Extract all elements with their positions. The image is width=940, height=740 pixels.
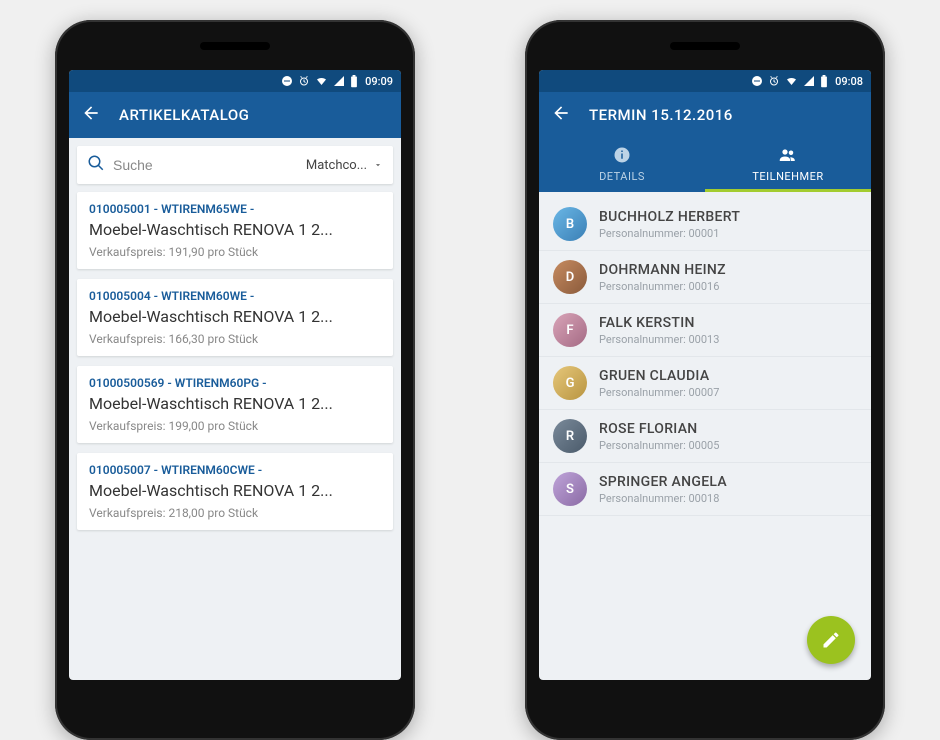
participant-number: Personalnummer: 00007 [599,386,719,399]
article-title: Moebel-Waschtisch RENOVA 1 2... [89,481,381,500]
participant-name: SPRINGER ANGELA [599,474,727,490]
tab-label: TEILNEHMER [752,170,823,183]
dnd-icon [751,75,763,87]
chevron-down-icon [373,160,383,170]
participant-name: GRUEN CLAUDIA [599,368,719,384]
status-time: 09:09 [365,75,393,88]
participant-row[interactable]: B BUCHHOLZ HERBERT Personalnummer: 00001 [539,198,871,251]
article-card[interactable]: 010005004 - WTIRENM60WE - Moebel-Waschti… [77,279,393,356]
article-price: Verkaufspreis: 166,30 pro Stück [89,332,381,346]
avatar: S [553,472,587,506]
participant-number: Personalnummer: 00018 [599,492,727,505]
article-title: Moebel-Waschtisch RENOVA 1 2... [89,394,381,413]
phone-left: 09:09 ARTIKELKATALOG Matchco... 01000500… [55,20,415,740]
alarm-icon [768,75,780,87]
avatar: G [553,366,587,400]
battery-icon [350,75,358,88]
article-price: Verkaufspreis: 218,00 pro Stück [89,506,381,520]
tab-label: DETAILS [599,170,645,183]
participant-row[interactable]: D DOHRMANN HEINZ Personalnummer: 00016 [539,251,871,304]
phone-right: 09:08 TERMIN 15.12.2016 DETAILS TEILNEHM… [525,20,885,740]
participant-row[interactable]: F FALK KERSTIN Personalnummer: 00013 [539,304,871,357]
participant-number: Personalnummer: 00001 [599,227,740,240]
app-bar: TERMIN 15.12.2016 [539,92,871,138]
participant-list: B BUCHHOLZ HERBERT Personalnummer: 00001… [539,192,871,522]
participant-number: Personalnummer: 00016 [599,280,726,293]
search-filter-label: Matchco... [306,158,367,173]
participant-name: ROSE FLORIAN [599,421,719,437]
participant-number: Personalnummer: 00013 [599,333,719,346]
avatar: R [553,419,587,453]
status-bar: 09:09 [69,70,401,92]
search-icon [87,154,105,176]
alarm-icon [298,75,310,87]
page-title: TERMIN 15.12.2016 [589,106,733,124]
article-card[interactable]: 010005001 - WTIRENM65WE - Moebel-Waschti… [77,192,393,269]
participant-name: FALK KERSTIN [599,315,719,331]
status-bar: 09:08 [539,70,871,92]
signal-icon [333,75,345,87]
participant-name: BUCHHOLZ HERBERT [599,209,740,225]
article-card[interactable]: 010005007 - WTIRENM60CWE - Moebel-Wascht… [77,453,393,530]
dnd-icon [281,75,293,87]
people-icon [778,146,798,167]
participant-number: Personalnummer: 00005 [599,439,719,452]
signal-icon [803,75,815,87]
avatar: F [553,313,587,347]
article-list: 010005001 - WTIRENM65WE - Moebel-Waschti… [69,192,401,530]
page-title: ARTIKELKATALOG [119,106,249,124]
participant-name: DOHRMANN HEINZ [599,262,726,278]
back-button[interactable] [81,103,101,127]
participant-row[interactable]: R ROSE FLORIAN Personalnummer: 00005 [539,410,871,463]
participant-row[interactable]: S SPRINGER ANGELA Personalnummer: 00018 [539,463,871,516]
fab-edit-button[interactable] [807,616,855,664]
wifi-icon [785,75,798,87]
avatar: D [553,260,587,294]
search-filter-dropdown[interactable]: Matchco... [306,158,383,173]
status-time: 09:08 [835,75,863,88]
wifi-icon [315,75,328,87]
info-icon [613,146,631,167]
participant-row[interactable]: G GRUEN CLAUDIA Personalnummer: 00007 [539,357,871,410]
article-price: Verkaufspreis: 199,00 pro Stück [89,419,381,433]
screen-left: 09:09 ARTIKELKATALOG Matchco... 01000500… [69,70,401,680]
back-button[interactable] [551,103,571,127]
battery-icon [820,75,828,88]
article-code: 01000500569 - WTIRENM60PG - [89,376,381,390]
tab-bar: DETAILS TEILNEHMER [539,138,871,192]
tab-participants[interactable]: TEILNEHMER [705,138,871,189]
article-code: 010005001 - WTIRENM65WE - [89,202,381,216]
avatar: B [553,207,587,241]
app-bar: ARTIKELKATALOG [69,92,401,138]
article-card[interactable]: 01000500569 - WTIRENM60PG - Moebel-Wasch… [77,366,393,443]
search-input[interactable] [113,157,298,173]
screen-right: 09:08 TERMIN 15.12.2016 DETAILS TEILNEHM… [539,70,871,680]
article-price: Verkaufspreis: 191,90 pro Stück [89,245,381,259]
pencil-icon [821,630,841,650]
article-title: Moebel-Waschtisch RENOVA 1 2... [89,307,381,326]
article-title: Moebel-Waschtisch RENOVA 1 2... [89,220,381,239]
article-code: 010005004 - WTIRENM60WE - [89,289,381,303]
article-code: 010005007 - WTIRENM60CWE - [89,463,381,477]
tab-details[interactable]: DETAILS [539,138,705,189]
search-row: Matchco... [77,146,393,184]
